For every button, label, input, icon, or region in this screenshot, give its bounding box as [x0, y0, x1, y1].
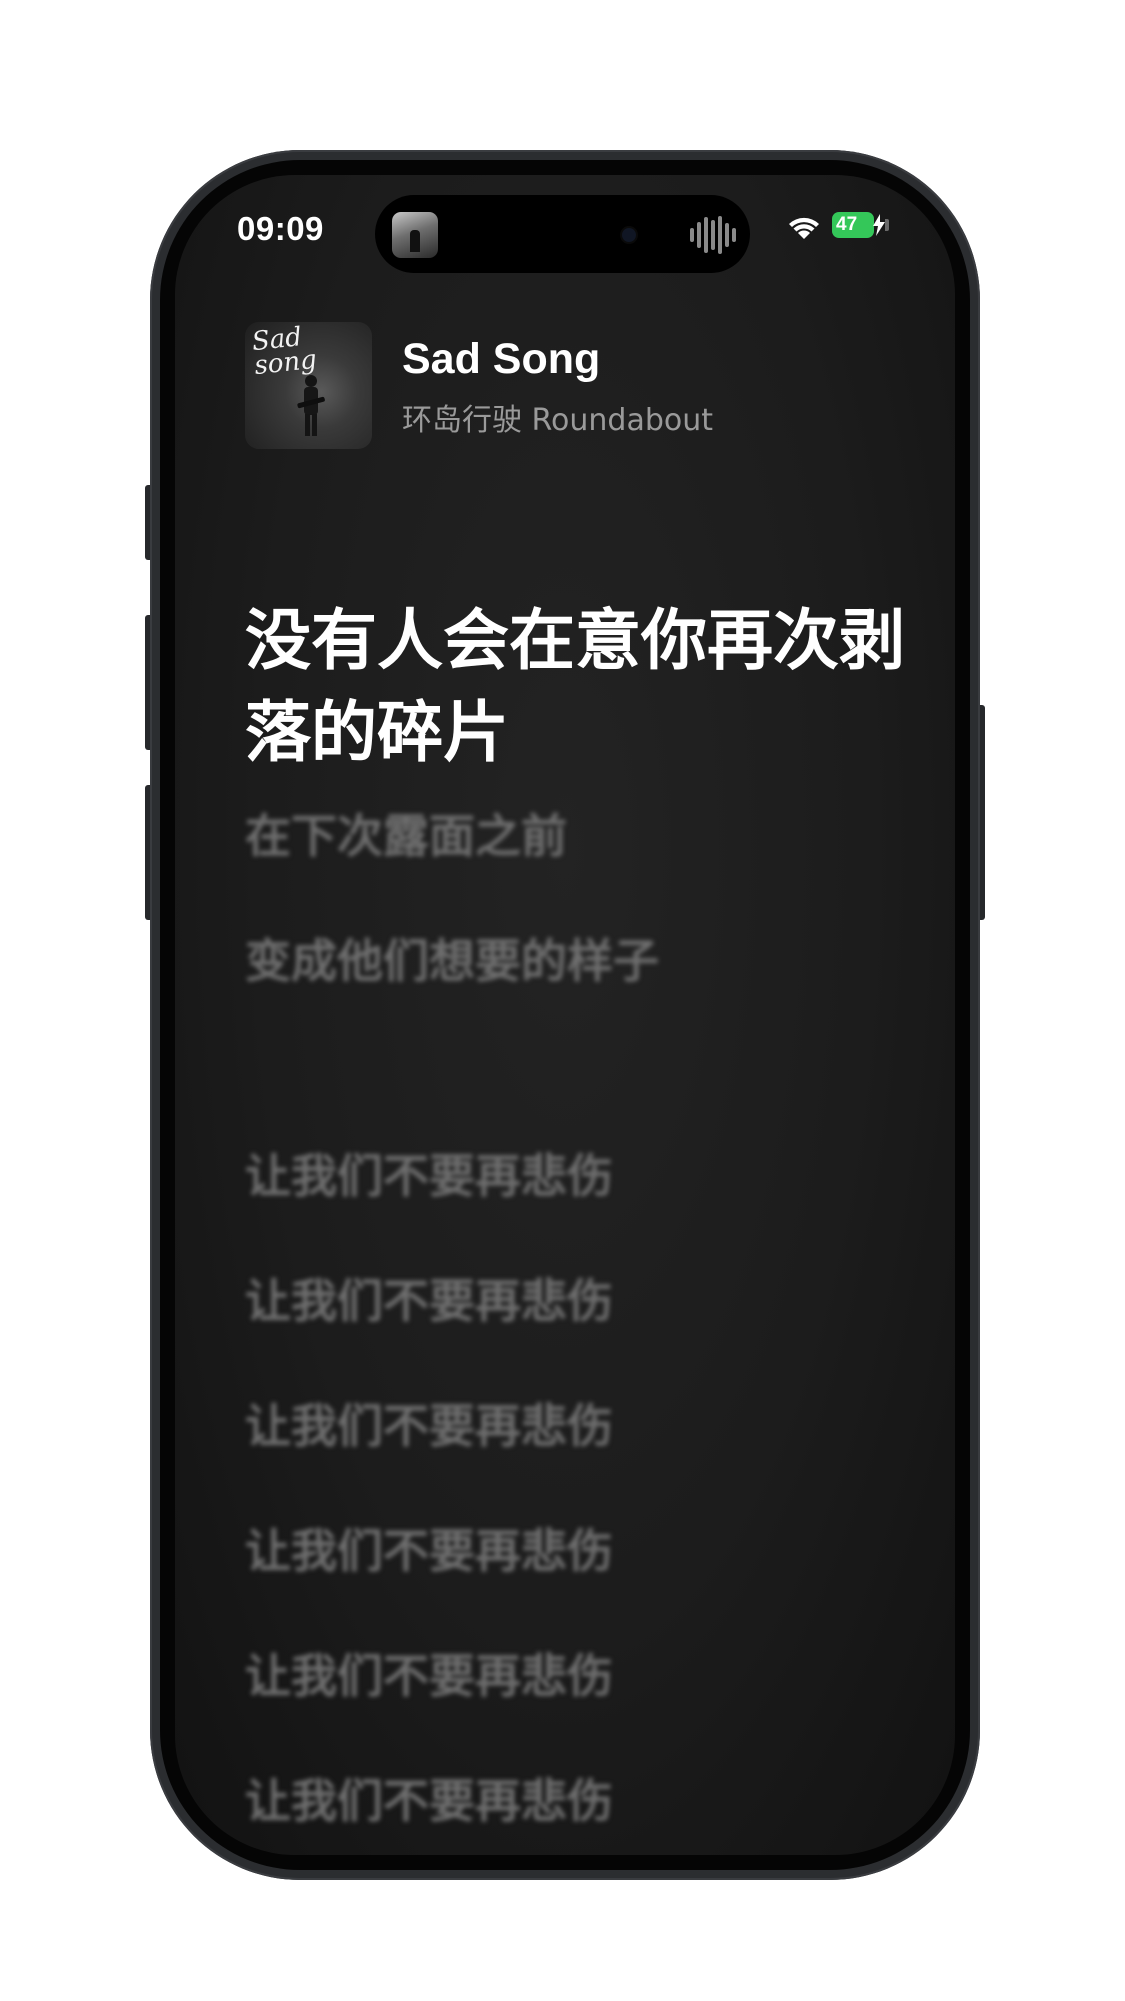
- status-time: 09:09: [237, 210, 324, 247]
- lyric-line[interactable]: 让我们不要再悲伤: [245, 1390, 613, 1456]
- current-lyric-line[interactable]: 没有人会在意你再次剥落的碎片: [245, 595, 905, 779]
- lyric-line[interactable]: 让我们不要再悲伤: [245, 1640, 613, 1706]
- lyric-line[interactable]: 让我们不要再悲伤: [245, 1265, 613, 1331]
- album-artwork[interactable]: Sad song: [245, 322, 372, 449]
- front-camera-icon: [622, 228, 636, 242]
- lyric-line[interactable]: 让我们不要再悲伤: [245, 1765, 613, 1831]
- song-title[interactable]: Sad Song: [402, 335, 600, 384]
- dynamic-island[interactable]: [375, 195, 750, 273]
- lyric-line[interactable]: 变成他们想要的样子: [245, 925, 659, 991]
- charging-bolt-icon: [873, 214, 885, 236]
- device-mockup: 09:09 47 Sad song Sad Song 环岛行驶 Roundabo…: [0, 0, 1125, 2001]
- album-artwork-script: Sad song: [250, 322, 319, 382]
- audio-waveform-icon: [690, 215, 736, 255]
- lyric-line[interactable]: 让我们不要再悲伤: [245, 1515, 613, 1581]
- lyrics-screen: 09:09 47 Sad song Sad Song 环岛行驶 Roundabo…: [175, 175, 955, 1855]
- lyric-line[interactable]: 让我们不要再悲伤: [245, 1140, 613, 1206]
- battery-tip: [885, 219, 889, 231]
- wifi-icon: [789, 217, 819, 239]
- album-artwork-thumbnail: [392, 212, 438, 258]
- guitarist-silhouette-icon: [297, 375, 325, 436]
- battery-icon: 47: [832, 212, 874, 238]
- lyric-line[interactable]: 在下次露面之前: [245, 800, 567, 866]
- song-artist[interactable]: 环岛行驶 Roundabout: [402, 395, 713, 439]
